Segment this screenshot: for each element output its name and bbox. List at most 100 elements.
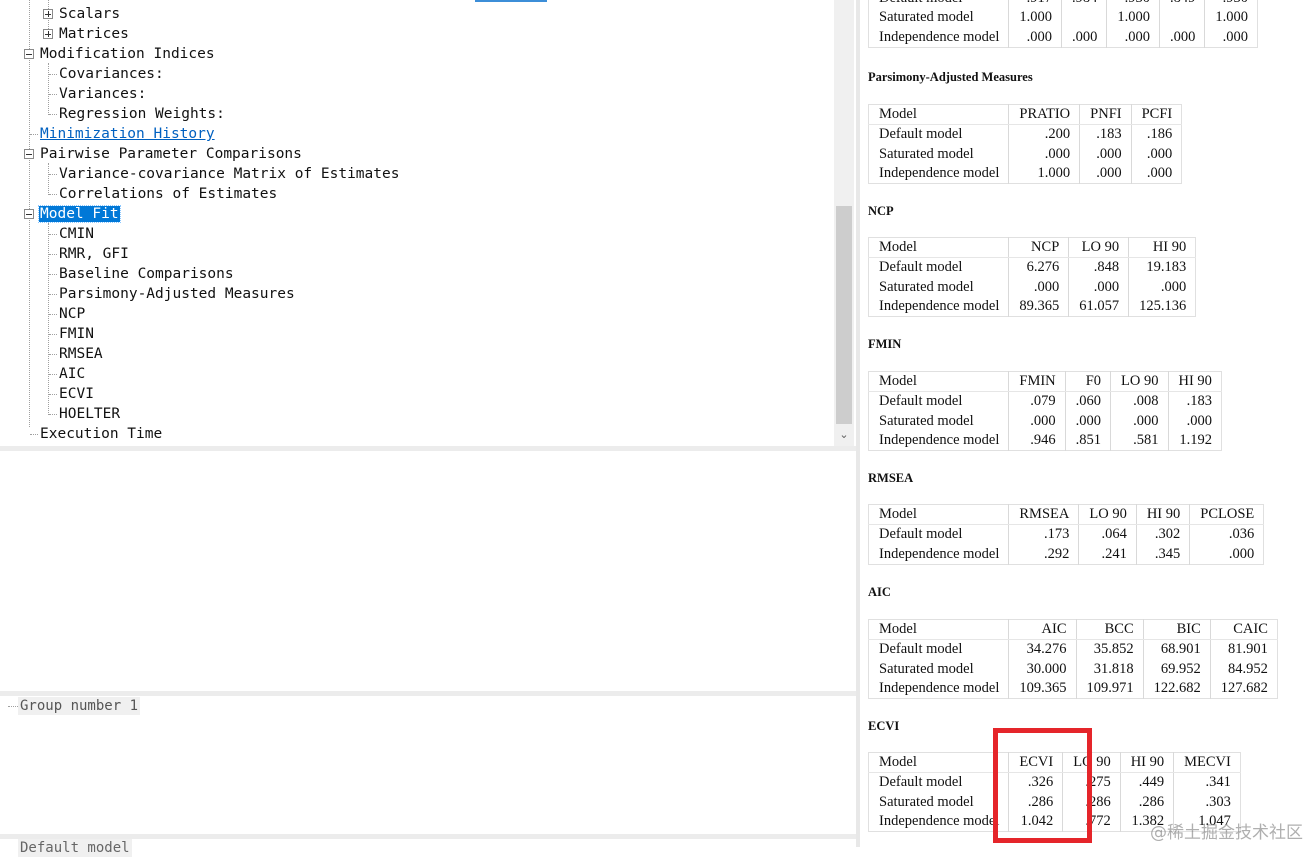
tree-item-label: Variances: <box>59 86 147 102</box>
tree-item-rmsea[interactable]: RMSEA <box>58 344 104 364</box>
table-cell: .000 <box>1061 27 1107 48</box>
tree-item-minimization-history[interactable]: Minimization History <box>39 124 216 144</box>
expand-plus-icon[interactable] <box>43 29 53 39</box>
left-pane: Scalars Matrices Modification Indices Co… <box>0 0 856 857</box>
scroll-down-arrow-icon[interactable]: ⌄ <box>837 428 851 442</box>
tree-item-ecvi[interactable]: ECVI <box>58 384 95 404</box>
tree-item-aic[interactable]: AIC <box>58 364 86 384</box>
ncp-table: Model NCP LO 90 HI 90 Default model 6.276.848… <box>868 237 1197 318</box>
parsimony-table: Model PRATIO PNFI PCFI Default model .200.183… <box>868 104 1183 185</box>
table-header-row: Model PRATIO PNFI PCFI <box>868 104 1182 126</box>
scrollbar-thumb[interactable] <box>836 206 852 424</box>
output-tree: Scalars Matrices Modification Indices Co… <box>0 0 834 446</box>
tree-item-rmr-gfi[interactable]: RMR, GFI <box>58 244 130 264</box>
fmin-table: Model FMIN F0 LO 90 HI 90 Default model .079.0… <box>868 371 1222 452</box>
table-cell: .183 <box>1079 124 1132 145</box>
section-title-ecvi: ECVI <box>868 719 900 733</box>
tree-item-fmin[interactable]: FMIN <box>58 324 95 344</box>
tree-item-label: Variance-covariance Matrix of Estimates <box>59 166 400 182</box>
tree-item-regression-weights[interactable]: Regression Weights: <box>58 104 226 124</box>
tree-item-label: Covariances: <box>59 66 164 82</box>
tree-item-correlations-of-estimates[interactable]: Correlations of Estimates <box>58 184 278 204</box>
tree-item-scalars[interactable]: Scalars <box>58 4 121 24</box>
tree-item-label: CMIN <box>59 226 94 242</box>
empty-panel <box>0 451 856 691</box>
tree-item-variances[interactable]: Variances: <box>58 84 147 104</box>
table-cell: 1.000 <box>1106 8 1160 28</box>
group-number-item[interactable]: Group number 1 <box>18 697 141 715</box>
tree-connector <box>49 414 57 415</box>
tree-connector <box>30 134 38 135</box>
tree-connector <box>49 274 57 275</box>
table-cell: .000 <box>1079 163 1132 184</box>
table-row: Saturated model .000.000.000 <box>869 144 1182 164</box>
table-row: Default model 34.276 35.852 68.901 81.901 <box>869 639 1278 660</box>
table-header-row: Model NCP LO 90 HI 90 <box>868 237 1196 259</box>
model-label: Default model <box>20 840 130 856</box>
output-content-pane: Default model.917.984.930.849.930 Saturat… <box>860 0 1316 847</box>
table-row: Default model.917.984.930.849.930 <box>869 0 1258 9</box>
tree-item-ncp[interactable]: NCP <box>58 304 86 324</box>
table-cell: 109.971 <box>1075 678 1144 699</box>
column-header: HI 90 <box>1167 371 1222 393</box>
tree-item-parsimony-adjusted[interactable]: Parsimony-Adjusted Measures <box>58 284 296 304</box>
table-row: Default model .079.060.008.183 <box>869 391 1222 412</box>
tree-item-execution-time[interactable]: Execution Time <box>39 424 163 444</box>
table-cell: .000 <box>1008 144 1080 164</box>
tree-item-label: Pairwise Parameter Comparisons <box>40 146 302 162</box>
row-label: Independence model <box>879 813 1000 830</box>
column-header: LO 90 <box>1068 237 1129 259</box>
collapse-minus-icon[interactable] <box>24 149 34 159</box>
row-label: Independence model <box>879 28 1000 45</box>
tree-connector <box>48 163 49 195</box>
table-row: Independence model 89.365 61.057 125.136 <box>869 296 1196 317</box>
highlight-box <box>993 728 1092 843</box>
table-cell: .183 <box>1167 391 1222 412</box>
tree-item-label: Model Fit <box>38 205 121 223</box>
tree-item-pairwise-comparisons[interactable]: Pairwise Parameter Comparisons <box>39 144 303 164</box>
table-header-row: Model AIC BCC BIC CAIC <box>868 619 1278 641</box>
table-row: Independence model 109.365 109.971 122.682 1… <box>869 678 1278 699</box>
tree-item-label: FMIN <box>59 326 94 342</box>
tree-item-modification-indices[interactable]: Modification Indices <box>39 44 216 64</box>
section-title-parsimony: Parsimony-Adjusted Measures <box>868 70 1033 84</box>
tree-item-label: HOELTER <box>59 406 121 422</box>
default-model-item[interactable]: Default model <box>18 839 132 857</box>
tree-connector <box>49 254 57 255</box>
table-row: Saturated model .000.000.000 <box>869 277 1196 297</box>
tree-item-label: Modification Indices <box>40 46 215 62</box>
tree-item-covariances[interactable]: Covariances: <box>58 64 165 84</box>
table-cell: .449 <box>1119 772 1174 793</box>
table-cell: .000 <box>1204 27 1258 48</box>
table-cell: 89.365 <box>1008 296 1069 317</box>
table-cell: .000 <box>1167 411 1222 431</box>
collapse-minus-icon[interactable] <box>24 49 34 59</box>
tree-item-matrices[interactable]: Matrices <box>58 24 130 44</box>
table-cell: .303 <box>1173 792 1241 812</box>
column-header: Model <box>868 619 1009 641</box>
tree-connector <box>30 434 38 435</box>
tree-item-model-fit[interactable]: Model Fit <box>38 204 121 224</box>
table-cell: 1.000 <box>1008 163 1080 184</box>
tree-item-label: ECVI <box>59 386 94 402</box>
expand-plus-icon[interactable] <box>43 9 53 19</box>
column-header: BIC <box>1142 619 1211 641</box>
table-header-row: Model FMIN F0 LO 90 HI 90 <box>868 371 1222 393</box>
table-cell: .000 <box>1106 27 1160 48</box>
tree-item-baseline-comparisons[interactable]: Baseline Comparisons <box>58 264 235 284</box>
table-cell: .849 <box>1159 0 1205 9</box>
collapse-minus-icon[interactable] <box>24 209 34 219</box>
table-row: Independence model .000.000.000.000.000 <box>869 27 1258 48</box>
tree-item-variance-covariance-matrix[interactable]: Variance-covariance Matrix of Estimates <box>58 164 400 184</box>
tree-item-cmin[interactable]: CMIN <box>58 224 95 244</box>
table-cell: .930 <box>1106 0 1160 9</box>
column-header: RMSEA <box>1008 504 1079 526</box>
table-cell: .008 <box>1110 391 1168 412</box>
tree-item-label: Scalars <box>59 6 121 22</box>
table-row: Independence model 1.000.000.000 <box>869 163 1182 184</box>
row-label: Default model <box>879 126 963 143</box>
tree-scrollbar[interactable]: ⌄ <box>834 0 854 446</box>
tree-item-hoelter[interactable]: HOELTER <box>58 404 121 424</box>
row-label: Default model <box>879 641 963 658</box>
tree-connector <box>49 354 57 355</box>
